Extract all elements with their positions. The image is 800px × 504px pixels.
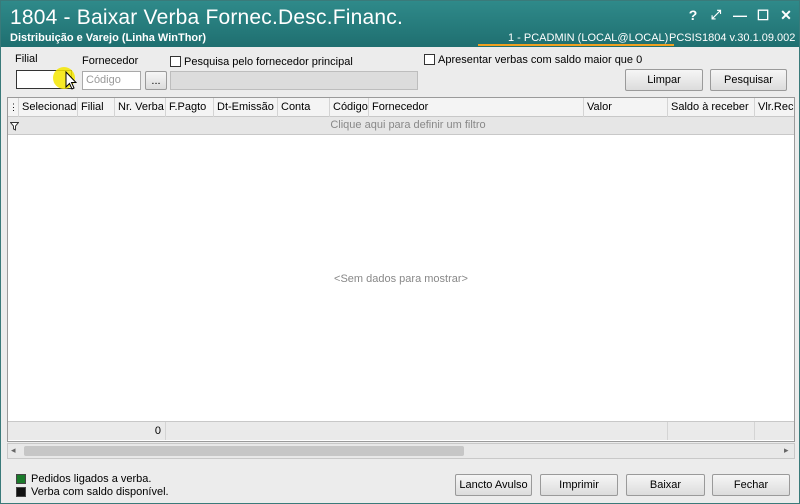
grid-filter-row[interactable]: Clique aqui para definir um filtro	[8, 117, 794, 135]
imprimir-button[interactable]: Imprimir	[540, 474, 618, 496]
scroll-thumb[interactable]	[24, 446, 464, 456]
title-bar: 1804 - Baixar Verba Fornec.Desc.Financ. …	[1, 1, 799, 47]
column-header[interactable]: Filial	[78, 98, 115, 117]
codigo-input[interactable]: Código	[82, 71, 141, 90]
mouse-cursor-icon	[65, 71, 77, 90]
fornecedor-principal-checkbox[interactable]	[170, 56, 181, 67]
fornecedor-name-field	[170, 71, 418, 90]
column-header[interactable]: Fornecedor	[369, 98, 584, 117]
scroll-right-icon[interactable]: ▸	[784, 445, 789, 456]
legend-pedidos-label: Pedidos ligados a verba.	[31, 473, 152, 485]
limpar-button[interactable]: Limpar	[625, 69, 703, 91]
close-icon[interactable]: ✕	[777, 6, 795, 24]
help-icon[interactable]: ?	[684, 6, 702, 24]
column-header[interactable]: F.Pagto	[166, 98, 214, 117]
footer-valor	[584, 422, 668, 440]
column-header[interactable]: Dt-Emissão	[214, 98, 278, 117]
scroll-left-icon[interactable]: ◂	[11, 445, 16, 456]
column-header[interactable]: Saldo à receber	[668, 98, 755, 117]
footer-count: 0	[115, 422, 166, 440]
legend-verba-label: Verba com saldo disponível.	[31, 486, 169, 498]
maximize-icon[interactable]: ☐	[754, 6, 772, 24]
verbas-grid: ⋮ Selecionad Filial Nr. Verba F.Pagto Dt…	[7, 97, 795, 442]
filter-hint[interactable]: Clique aqui para definir um filtro	[22, 117, 794, 134]
fornecedor-label: Fornecedor	[82, 55, 139, 67]
minimize-icon[interactable]: —	[731, 6, 749, 24]
column-header[interactable]: Conta	[278, 98, 330, 117]
column-header[interactable]: Valor	[584, 98, 668, 117]
column-header[interactable]: Vlr.Rece	[755, 98, 794, 117]
user-info: 1 - PCADMIN (LOCAL@LOCAL)	[478, 32, 675, 46]
empty-message: <Sem dados para mostrar>	[334, 273, 468, 285]
fornecedor-principal-label: Pesquisa pelo fornecedor principal	[184, 56, 353, 68]
saldo-label: Apresentar verbas com saldo maior que 0	[438, 54, 643, 66]
filial-label: Filial	[15, 53, 38, 65]
expand-icon[interactable]: ⤢	[707, 6, 725, 24]
fechar-button[interactable]: Fechar	[712, 474, 790, 496]
column-header[interactable]: Código	[330, 98, 369, 117]
legend-green-square	[16, 474, 26, 484]
grid-footer: 0	[8, 421, 794, 440]
fornecedor-lookup-button[interactable]: ...	[145, 71, 167, 90]
column-header[interactable]: Selecionad	[19, 98, 78, 117]
lancto-avulso-button[interactable]: Lancto Avulso	[455, 474, 532, 496]
main-window: 1804 - Baixar Verba Fornec.Desc.Financ. …	[0, 0, 800, 504]
version-label: PCSIS1804 v.30.1.09.002	[669, 32, 796, 44]
column-header[interactable]: Nr. Verba	[115, 98, 166, 117]
pesquisar-button[interactable]: Pesquisar	[710, 69, 787, 91]
grid-header: ⋮ Selecionad Filial Nr. Verba F.Pagto Dt…	[8, 98, 794, 117]
window-title: 1804 - Baixar Verba Fornec.Desc.Financ.	[10, 6, 403, 29]
filter-icon[interactable]	[10, 122, 19, 131]
horizontal-scrollbar[interactable]: ◂ ▸	[7, 443, 795, 459]
legend-black-square	[16, 487, 26, 497]
baixar-button[interactable]: Baixar	[626, 474, 705, 496]
footer-saldo	[668, 422, 755, 440]
window-subtitle: Distribuição e Varejo (Linha WinThor)	[10, 32, 207, 44]
saldo-checkbox[interactable]	[424, 54, 435, 65]
column-chooser-icon[interactable]: ⋮	[8, 98, 19, 117]
